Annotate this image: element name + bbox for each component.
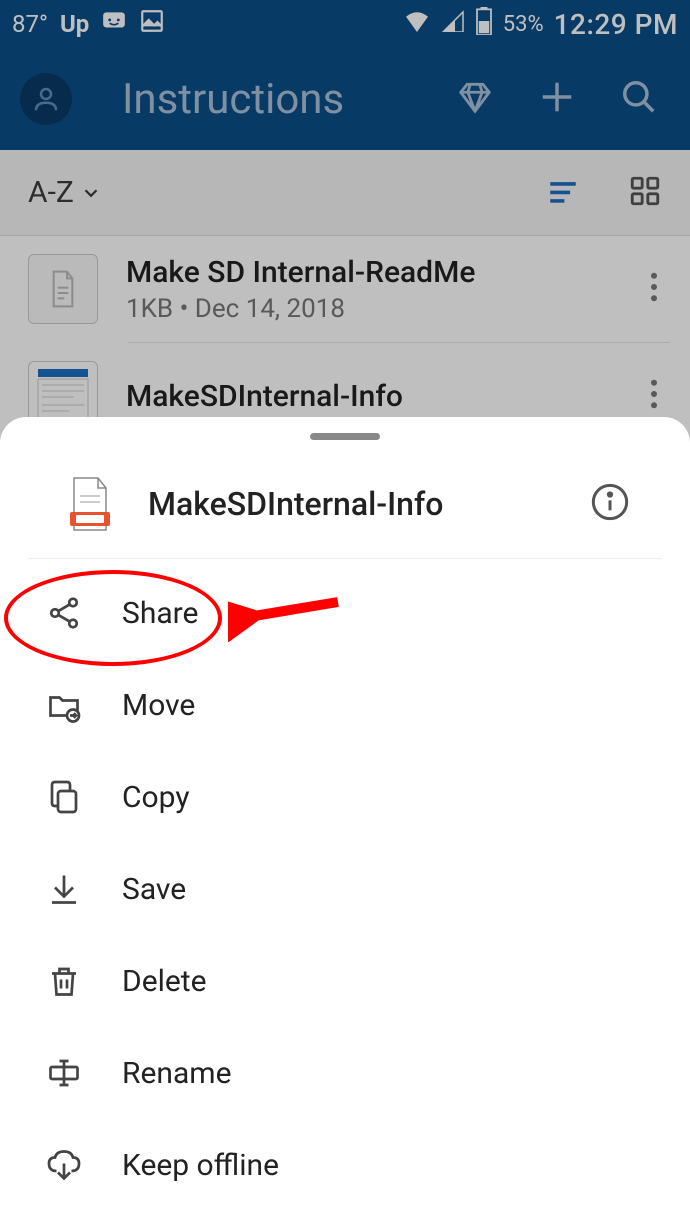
wifi-icon	[403, 10, 431, 38]
delete-label: Delete	[122, 964, 207, 999]
copy-label: Copy	[122, 780, 190, 815]
bottom-sheet: MakeSDInternal-Info Share Move Copy	[0, 417, 690, 1227]
share-button[interactable]: Share	[0, 567, 690, 659]
avatar[interactable]	[20, 73, 72, 125]
cell-signal-icon	[441, 10, 465, 38]
file-more-button[interactable]	[638, 272, 670, 306]
list-view-icon[interactable]	[546, 174, 580, 212]
move-icon	[44, 687, 84, 723]
move-button[interactable]: Move	[0, 659, 690, 751]
file-name: Make SD Internal-ReadMe	[126, 255, 610, 290]
copy-button[interactable]: Copy	[0, 751, 690, 843]
image-icon	[139, 8, 165, 40]
status-left: 87° Up	[12, 8, 165, 40]
status-bar: 87° Up 53% 12:29 PM	[0, 0, 690, 48]
chevron-down-icon	[80, 182, 102, 204]
messaging-icon	[101, 8, 127, 40]
sheet-menu: Share Move Copy Save Delete	[0, 559, 690, 1219]
offline-button[interactable]: Keep offline	[0, 1119, 690, 1211]
sheet-handle[interactable]	[310, 433, 380, 440]
sort-button[interactable]: A-Z	[28, 175, 102, 210]
file-meta: 1KB • Dec 14, 2018	[126, 294, 610, 324]
share-icon	[44, 595, 84, 631]
premium-icon[interactable]	[456, 78, 494, 120]
temperature: 87°	[12, 10, 48, 38]
add-icon[interactable]	[538, 78, 576, 120]
move-label: Move	[122, 688, 195, 723]
rename-button[interactable]: Rename	[0, 1027, 690, 1119]
copy-icon	[44, 779, 84, 815]
info-button[interactable]	[590, 482, 630, 526]
page-title: Instructions	[122, 75, 426, 124]
file-thumb-text	[28, 254, 98, 324]
save-icon	[44, 871, 84, 907]
save-button[interactable]: Save	[0, 843, 690, 935]
upwork-icon: Up	[60, 10, 89, 38]
battery-percent: 53%	[503, 12, 544, 37]
file-name: MakeSDInternal-Info	[126, 379, 610, 414]
save-label: Save	[122, 872, 186, 907]
offline-label: Keep offline	[122, 1148, 279, 1183]
sort-bar: A-Z	[0, 150, 690, 236]
grid-view-icon[interactable]	[628, 174, 662, 212]
file-item[interactable]: Make SD Internal-ReadMe 1KB • Dec 14, 20…	[0, 236, 690, 342]
sheet-title: MakeSDInternal-Info	[148, 485, 554, 523]
file-more-button[interactable]	[638, 379, 670, 413]
share-label: Share	[122, 596, 198, 631]
app-header: Instructions	[0, 48, 690, 150]
document-icon	[68, 476, 112, 532]
delete-button[interactable]: Delete	[0, 935, 690, 1027]
sort-label-text: A-Z	[28, 175, 74, 210]
clock: 12:29 PM	[554, 8, 678, 41]
rename-icon	[44, 1055, 84, 1091]
status-right: 53% 12:29 PM	[403, 7, 678, 41]
delete-icon	[44, 963, 84, 999]
battery-icon	[475, 7, 493, 41]
rename-label: Rename	[122, 1056, 232, 1091]
offline-icon	[44, 1147, 84, 1183]
search-icon[interactable]	[620, 78, 658, 120]
